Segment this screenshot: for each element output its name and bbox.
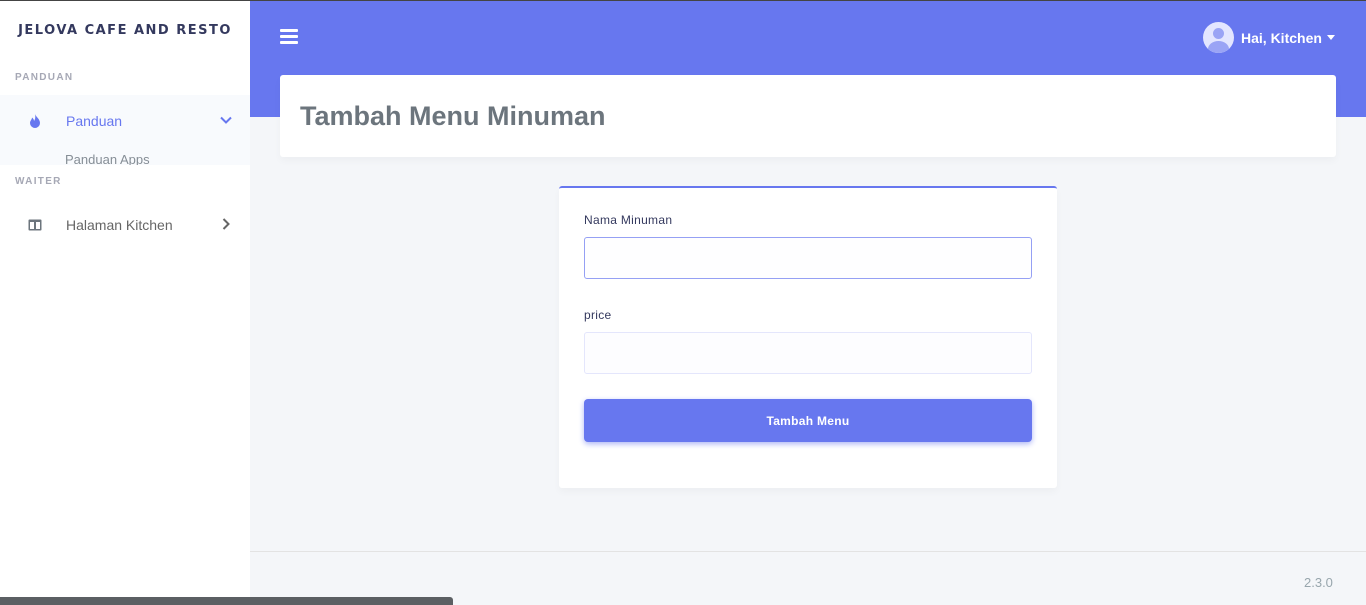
caret-down-icon xyxy=(1326,35,1335,40)
form-card: Nama Minuman price Tambah Menu xyxy=(559,186,1057,488)
status-tooltip-bar xyxy=(0,597,453,605)
price-label: price xyxy=(584,308,612,322)
name-input[interactable] xyxy=(584,237,1032,279)
sidebar-subitem-panduan-apps[interactable]: Panduan Apps xyxy=(0,147,250,165)
name-label: Nama Minuman xyxy=(584,213,673,227)
page-title: Tambah Menu Minuman xyxy=(300,100,606,131)
add-menu-button[interactable]: Tambah Menu xyxy=(584,399,1032,442)
fire-icon xyxy=(28,114,42,128)
user-dropdown[interactable]: Hai, Kitchen xyxy=(1203,22,1335,53)
sidebar-item-panduan[interactable]: Panduan xyxy=(0,95,250,147)
window-top-border xyxy=(0,0,1366,1)
brand-name[interactable]: JELOVA CAFE AND RESTO xyxy=(0,1,250,61)
columns-icon xyxy=(28,218,42,232)
sidebar: JELOVA CAFE AND RESTO PANDUAN Panduan Pa… xyxy=(0,1,250,605)
sidebar-header-waiter: WAITER xyxy=(15,176,62,187)
price-input[interactable] xyxy=(584,332,1032,374)
chevron-down-icon xyxy=(219,113,233,127)
version-text: 2.3.0 xyxy=(1304,575,1333,590)
footer-divider xyxy=(250,551,1366,552)
sidebar-item-halaman-kitchen[interactable]: Halaman Kitchen xyxy=(0,199,250,251)
user-greeting: Hai, Kitchen xyxy=(1241,29,1322,46)
avatar xyxy=(1203,22,1234,53)
sidebar-header-panduan: PANDUAN xyxy=(15,72,74,83)
sidebar-item-label: Panduan xyxy=(66,113,123,129)
section-header: Tambah Menu Minuman xyxy=(280,75,1336,157)
chevron-right-icon xyxy=(219,217,233,231)
sidebar-item-label: Halaman Kitchen xyxy=(66,217,173,233)
hamburger-icon[interactable] xyxy=(280,29,298,45)
